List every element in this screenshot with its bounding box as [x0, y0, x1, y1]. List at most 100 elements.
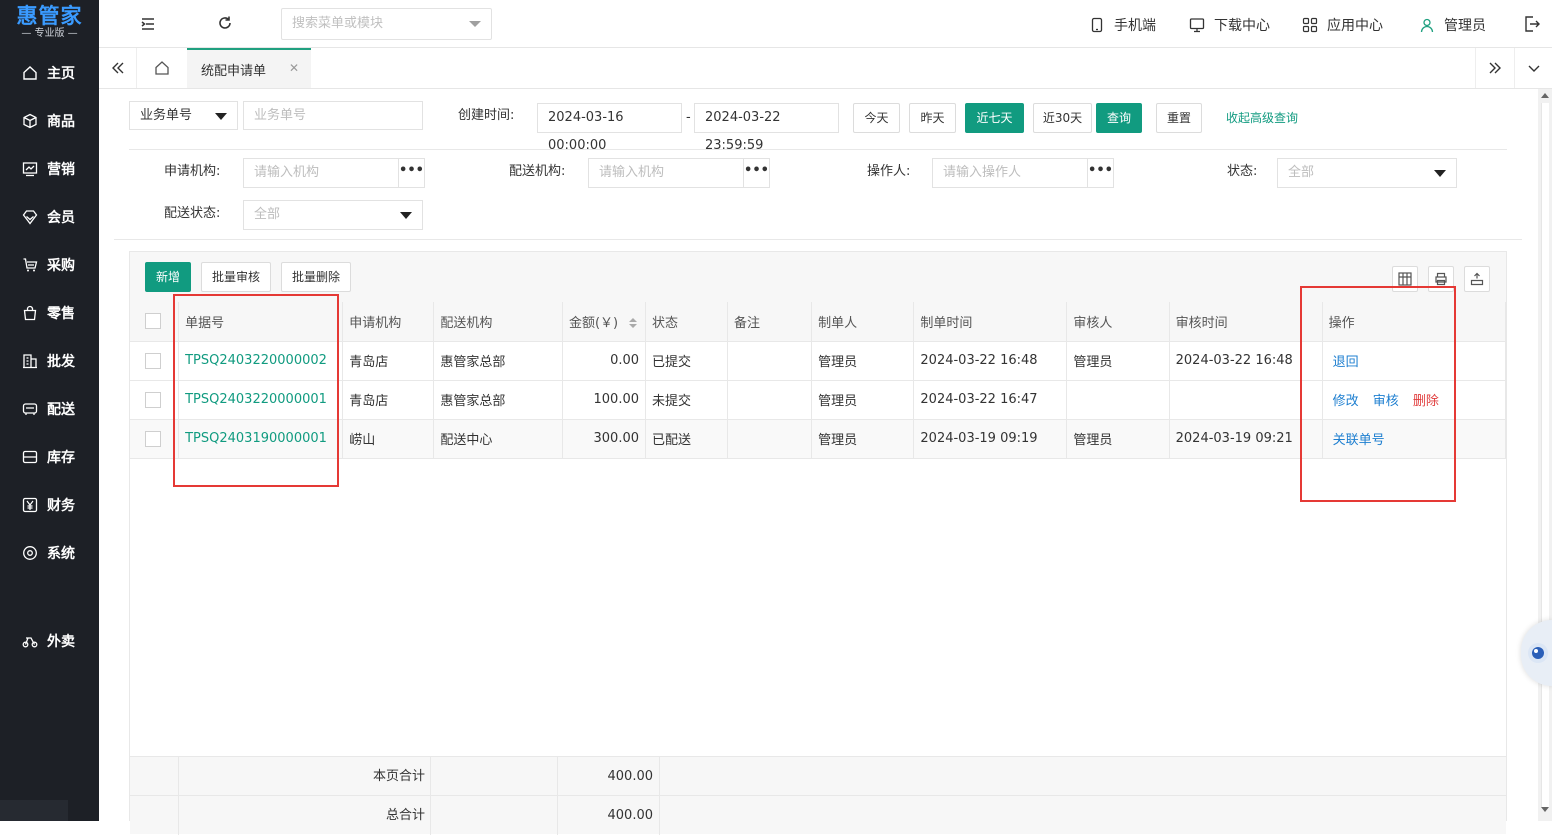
- tabs-scroll-right-button[interactable]: [1475, 48, 1513, 88]
- sidebar-item-purchase[interactable]: 采购: [0, 241, 99, 289]
- status-value: 全部: [1288, 165, 1315, 180]
- row-checkbox[interactable]: [145, 430, 161, 447]
- created-time-label: 创建时间:: [458, 108, 515, 123]
- column-header-amount[interactable]: 金额(￥): [562, 302, 647, 342]
- download-center-link[interactable]: 下载中心: [1189, 15, 1270, 35]
- refresh-icon[interactable]: [216, 14, 234, 32]
- tabs-menu-button[interactable]: [1514, 48, 1552, 88]
- columns-button[interactable]: [1392, 266, 1418, 292]
- menu-search-input[interactable]: 搜索菜单或模块: [281, 8, 492, 40]
- sidebar-item-label: 库存: [47, 450, 75, 466]
- tabs-scroll-left-button[interactable]: [99, 48, 137, 88]
- batch-audit-button[interactable]: 批量审核: [201, 262, 271, 292]
- tab-home-button[interactable]: [143, 48, 181, 88]
- sidebar-item-goods[interactable]: 商品: [0, 97, 99, 145]
- vertical-scrollbar[interactable]: [1538, 89, 1552, 821]
- sidebar-item-home[interactable]: 主页: [0, 49, 99, 97]
- doc-no-link[interactable]: TPSQ2403220000001: [178, 380, 344, 420]
- more-icon[interactable]: •••: [398, 159, 424, 187]
- sort-icon[interactable]: [628, 317, 638, 329]
- audited-at-cell: 2024-03-22 16:48: [1169, 341, 1323, 381]
- maker-cell: 管理员: [811, 341, 915, 381]
- last-7-days-button[interactable]: 近七天: [965, 103, 1024, 133]
- user-menu[interactable]: 管理员: [1419, 15, 1486, 35]
- scroll-up-icon[interactable]: [1541, 93, 1549, 98]
- menu-toggle-icon[interactable]: [139, 15, 157, 33]
- sidebar-item-retail[interactable]: 零售: [0, 289, 99, 337]
- sidebar-item-finance[interactable]: 财务: [0, 481, 99, 529]
- sidebar-item-inventory[interactable]: 库存: [0, 433, 99, 481]
- return-link[interactable]: 退回: [1333, 355, 1359, 370]
- request-org-input[interactable]: 请输入机构 •••: [243, 158, 425, 188]
- more-icon[interactable]: •••: [743, 159, 769, 187]
- row-checkbox[interactable]: [145, 391, 161, 408]
- distribution-org-cell: 惠管家总部: [433, 380, 563, 420]
- delete-link[interactable]: 删除: [1413, 394, 1439, 409]
- print-button[interactable]: [1428, 266, 1454, 292]
- column-header: 制单人: [811, 302, 915, 342]
- reset-button[interactable]: 重置: [1156, 103, 1202, 133]
- grand-total-value: 400.00: [607, 808, 654, 823]
- row-select-cell: [130, 380, 180, 420]
- mobile-label: 手机端: [1114, 18, 1156, 34]
- user-name: 管理员: [1444, 18, 1486, 34]
- edit-link[interactable]: 修改: [1333, 394, 1359, 409]
- last-30-days-button[interactable]: 近30天: [1033, 103, 1092, 133]
- divider: [430, 796, 431, 835]
- distribution-status-value: 全部: [254, 207, 281, 222]
- doc-no-link[interactable]: TPSQ2403220000002: [178, 341, 344, 381]
- sidebar-item-distribution[interactable]: 配送: [0, 385, 99, 433]
- grand-total-label: 总合计: [385, 808, 425, 823]
- note-cell: [727, 341, 813, 381]
- status-select[interactable]: 全部: [1277, 158, 1457, 188]
- today-button[interactable]: 今天: [853, 103, 900, 133]
- assistant-float-button[interactable]: [1521, 620, 1552, 686]
- tab-bar: 统配申请单 ✕: [99, 48, 1552, 89]
- doc-no-link[interactable]: TPSQ2403190000001: [178, 419, 344, 459]
- related-doc-link[interactable]: 关联单号: [1333, 433, 1385, 448]
- sidebar-item-member[interactable]: 会员: [0, 193, 99, 241]
- row-checkbox[interactable]: [145, 352, 161, 369]
- sidebar-item-label: 配送: [47, 402, 75, 418]
- batch-delete-button[interactable]: 批量删除: [281, 262, 351, 292]
- close-icon[interactable]: ✕: [289, 61, 299, 75]
- distribution-status-select[interactable]: 全部: [243, 200, 423, 230]
- distribution-org-input[interactable]: 请输入机构 •••: [588, 158, 770, 188]
- home-icon: [22, 65, 38, 81]
- operator-input[interactable]: 请输入操作人 •••: [932, 158, 1114, 188]
- sidebar-item-marketing[interactable]: 营销: [0, 145, 99, 193]
- sidebar-item-system[interactable]: 系统: [0, 529, 99, 577]
- date-to-input[interactable]: 2024-03-22 23:59:59: [694, 103, 839, 153]
- mobile-link[interactable]: 手机端: [1089, 15, 1156, 35]
- grid-toolbar: 新增 批量审核 批量删除: [130, 252, 1506, 302]
- doc-no-input[interactable]: 业务单号: [243, 101, 423, 130]
- logout-icon[interactable]: [1523, 15, 1541, 33]
- audit-link[interactable]: 审核: [1373, 394, 1399, 409]
- add-button[interactable]: 新增: [145, 262, 191, 292]
- query-button[interactable]: 查询: [1096, 103, 1142, 133]
- status-cell: 已提交: [645, 341, 729, 381]
- columns-icon: [1398, 272, 1412, 286]
- tab-distribution-request[interactable]: 统配申请单 ✕: [187, 48, 311, 88]
- date-from-input[interactable]: 2024-03-16 00:00:00: [537, 103, 682, 153]
- scroll-down-icon[interactable]: [1541, 807, 1549, 812]
- settings-icon: [22, 545, 38, 561]
- app-center-link[interactable]: 应用中心: [1302, 15, 1383, 35]
- doc-type-select[interactable]: 业务单号: [129, 101, 238, 130]
- more-icon[interactable]: •••: [1087, 159, 1113, 187]
- inbox-icon: [22, 449, 38, 465]
- note-cell: [727, 380, 813, 420]
- column-header: 申请机构: [342, 302, 435, 342]
- export-button[interactable]: [1464, 266, 1490, 292]
- amount-cell: 300.00: [562, 419, 647, 459]
- search-placeholder: 搜索菜单或模块: [292, 16, 384, 31]
- date-separator: -: [686, 110, 691, 125]
- select-all-checkbox[interactable]: [145, 313, 161, 330]
- sidebar-item-wholesale[interactable]: 批发: [0, 337, 99, 385]
- yesterday-button[interactable]: 昨天: [909, 103, 956, 133]
- collapse-advanced-query-link[interactable]: 收起高级查询: [1226, 103, 1298, 133]
- scrollbar-thumb[interactable]: [1541, 103, 1549, 807]
- sidebar: 惠管家 — 专业版 — 主页 商品 营销 会员 采购 零售 批发 配送 库存 财…: [0, 0, 99, 821]
- sidebar-item-takeaway[interactable]: 外卖: [0, 617, 99, 665]
- operator-placeholder: 请输入操作人: [943, 165, 1022, 180]
